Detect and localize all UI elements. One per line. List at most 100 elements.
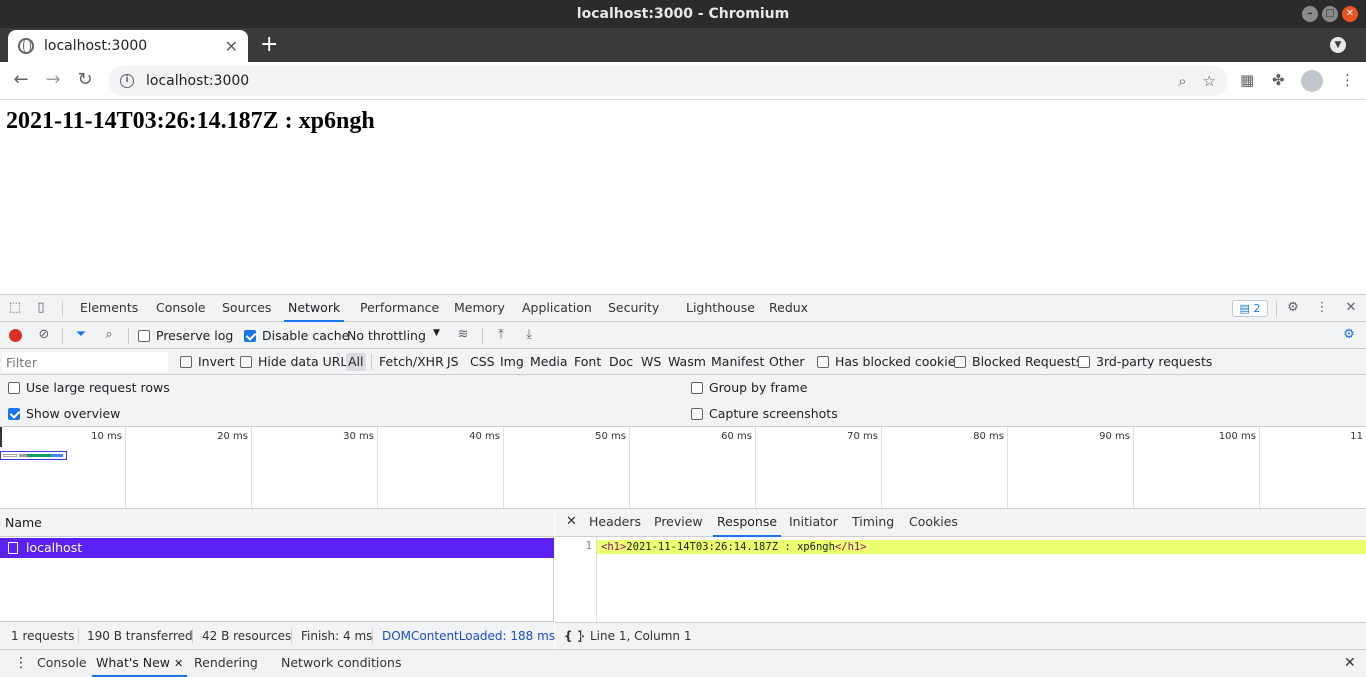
type-filter-wasm[interactable]: Wasm [666, 353, 708, 371]
url-text[interactable]: localhost:3000 [146, 73, 1162, 89]
type-filter-fetch-xhr[interactable]: Fetch/XHR [377, 353, 446, 371]
close-drawer-icon[interactable]: ✕ [1340, 650, 1360, 677]
overview-tick: 11 [1350, 431, 1363, 442]
close-tab-icon[interactable]: ✕ [225, 37, 238, 56]
show-overview-checkbox[interactable] [8, 408, 20, 420]
type-filter-media[interactable]: Media [528, 353, 570, 371]
tab-redux[interactable]: Redux [765, 295, 812, 322]
invert-label: Invert [198, 354, 235, 369]
globe-icon [18, 38, 34, 54]
network-overview[interactable]: 10 ms 20 ms 30 ms 40 ms 50 ms 60 ms 70 m… [0, 427, 1366, 509]
resources-size: 42 B resources [202, 629, 292, 643]
maximize-icon[interactable]: □ [1322, 6, 1338, 22]
disable-cache-checkbox[interactable] [244, 330, 256, 342]
close-window-icon[interactable]: ✕ [1342, 6, 1358, 22]
type-filter-other[interactable]: Other [767, 353, 807, 371]
disable-cache-label: Disable cache [262, 328, 350, 343]
clear-icon[interactable]: ⊘ [37, 328, 51, 342]
tab-initiator[interactable]: Initiator [785, 509, 842, 537]
address-bar[interactable]: i localhost:3000 ⌕ ☆ [108, 66, 1228, 96]
has-blocked-cookies-checkbox[interactable] [817, 356, 829, 368]
tab-application[interactable]: Application [518, 295, 596, 322]
response-code-line[interactable]: <h1>2021-11-14T03:26:14.187Z : xp6ngh</h… [597, 540, 1366, 554]
issues-badge[interactable]: ▤ 2 [1232, 300, 1268, 317]
zoom-icon[interactable]: ⌕ [1178, 72, 1186, 90]
settings-gear-icon[interactable]: ⚙ [1286, 301, 1300, 315]
third-party-checkbox[interactable] [1078, 356, 1090, 368]
tab-network[interactable]: Network [284, 295, 345, 322]
drawer-tab-network-conditions[interactable]: Network conditions [277, 650, 405, 677]
capture-screenshots-label: Capture screenshots [709, 406, 838, 421]
filter-icon[interactable]: ⏷ [74, 328, 88, 342]
tab-console[interactable]: Console [152, 295, 210, 322]
browser-tab[interactable]: localhost:3000 ✕ [8, 30, 248, 62]
tab-security[interactable]: Security [604, 295, 663, 322]
tab-headers[interactable]: Headers [585, 509, 645, 537]
tab-memory[interactable]: Memory [450, 295, 509, 322]
extension-icon[interactable]: ▦ [1240, 71, 1254, 89]
device-toolbar-icon[interactable]: ▯ [34, 301, 48, 315]
tab-search-icon[interactable]: ▼ [1330, 37, 1346, 53]
import-har-icon[interactable]: ⤒ [494, 328, 508, 342]
tab-response[interactable]: Response [713, 509, 782, 537]
type-filter-img[interactable]: Img [498, 353, 526, 371]
tab-timing[interactable]: Timing [848, 509, 898, 537]
chevron-down-icon[interactable]: ▼ [433, 328, 440, 338]
issues-count: 2 [1253, 302, 1261, 315]
bookmark-star-icon[interactable]: ☆ [1203, 72, 1216, 90]
overview-tick: 60 ms [721, 431, 752, 442]
throttling-select[interactable]: No throttling [347, 328, 426, 343]
devtools-menu-icon[interactable]: ⋮ [1315, 301, 1329, 315]
tab-elements[interactable]: Elements [76, 295, 142, 322]
forward-icon[interactable]: → [42, 70, 64, 90]
close-whats-new-icon[interactable]: ✕ [174, 657, 183, 670]
network-conditions-icon[interactable]: ≋ [456, 328, 470, 342]
profile-avatar-icon[interactable] [1301, 70, 1323, 92]
filter-input[interactable] [2, 352, 168, 372]
tab-cookies[interactable]: Cookies [905, 509, 962, 537]
minimize-icon[interactable]: – [1302, 6, 1318, 22]
drawer-tab-console[interactable]: Console [33, 650, 91, 677]
inspect-element-icon[interactable]: ⬚ [8, 301, 22, 315]
drawer-tab-whats-new[interactable]: What's New ✕ [92, 650, 188, 677]
large-rows-checkbox[interactable] [8, 382, 20, 394]
blocked-requests-checkbox[interactable] [954, 356, 966, 368]
reload-icon[interactable]: ↻ [74, 70, 96, 90]
type-filter-doc[interactable]: Doc [607, 353, 635, 371]
close-details-icon[interactable]: ✕ [562, 509, 581, 537]
overview-tick: 100 ms [1218, 431, 1256, 442]
network-settings-gear-icon[interactable]: ⚙ [1342, 328, 1356, 342]
info-icon[interactable]: i [120, 74, 134, 88]
request-details: ✕ Headers Preview Response Initiator Tim… [555, 509, 1366, 649]
overview-tick: 20 ms [217, 431, 248, 442]
capture-screenshots-checkbox[interactable] [691, 408, 703, 420]
preserve-log-checkbox[interactable] [138, 330, 150, 342]
type-filter-manifest[interactable]: Manifest [709, 353, 766, 371]
new-tab-icon[interactable]: + [260, 33, 278, 57]
group-by-frame-checkbox[interactable] [691, 382, 703, 394]
menu-kebab-icon[interactable]: ⋮ [1340, 71, 1355, 89]
network-toolbar: ⊘ ⏷ ⌕ Preserve log Disable cache No thro… [0, 322, 1366, 349]
pretty-print-icon[interactable]: { } [564, 623, 585, 649]
drawer-menu-icon[interactable]: ⋮ [10, 650, 32, 677]
type-filter-css[interactable]: CSS [468, 353, 497, 371]
name-column-header[interactable]: Name [0, 509, 554, 537]
invert-checkbox[interactable] [180, 356, 192, 368]
tab-preview[interactable]: Preview [650, 509, 707, 537]
request-row-localhost[interactable]: localhost [0, 538, 554, 558]
drawer-tab-rendering[interactable]: Rendering [190, 650, 262, 677]
close-devtools-icon[interactable]: ✕ [1344, 301, 1358, 315]
puzzle-icon[interactable]: ✤ [1272, 71, 1285, 89]
type-filter-font[interactable]: Font [572, 353, 603, 371]
tab-lighthouse[interactable]: Lighthouse [682, 295, 759, 322]
type-filter-all[interactable]: All [346, 353, 366, 371]
export-har-icon[interactable]: ⤓ [522, 328, 536, 342]
search-icon[interactable]: ⌕ [102, 328, 116, 342]
record-icon[interactable] [9, 329, 22, 342]
tab-sources[interactable]: Sources [218, 295, 275, 322]
back-icon[interactable]: ← [10, 70, 32, 90]
type-filter-js[interactable]: JS [445, 353, 461, 371]
type-filter-ws[interactable]: WS [639, 353, 663, 371]
tab-performance[interactable]: Performance [356, 295, 443, 322]
hide-data-urls-checkbox[interactable] [240, 356, 252, 368]
